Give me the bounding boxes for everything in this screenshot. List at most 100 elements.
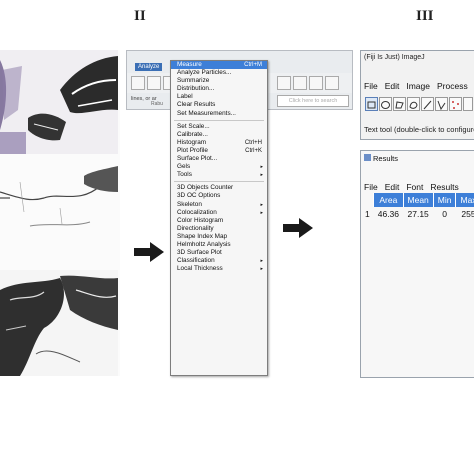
menu-item-3d-oc-options[interactable]: 3D OC Options	[171, 192, 267, 200]
menu-item-label: Summarize	[177, 77, 210, 85]
oval-tool-icon[interactable]	[379, 97, 392, 111]
micrograph-2	[0, 162, 118, 262]
menu-item-directionality[interactable]: Directionality	[171, 225, 267, 233]
column-header[interactable]: Max	[455, 193, 474, 207]
submenu-arrow-icon: ▸	[260, 201, 263, 208]
results-window: Results File Edit Font Results Area Mean Min M…	[360, 150, 474, 378]
brush-tool-icon[interactable]	[309, 76, 323, 90]
menu-item-label: Colocalization	[177, 208, 217, 216]
status-fragment-2: Rabu	[151, 101, 163, 107]
menu-item-gels[interactable]: Gels ▸	[171, 163, 267, 171]
menu-item-label: Set Measurements...	[177, 109, 236, 117]
menu-item-label: Classification	[177, 257, 215, 265]
menu-item-set-scale[interactable]: Set Scale...	[171, 123, 267, 131]
menu-item-label: Calibrate...	[177, 130, 208, 138]
menu-item-label: Plot Profile	[177, 146, 208, 154]
arrow-tool-icon[interactable]	[131, 76, 145, 90]
menu-item-shape-index-map[interactable]: Shape Index Map	[171, 233, 267, 241]
table-cell: 255	[461, 209, 474, 219]
table-cell: 27.15	[407, 209, 429, 219]
results-title: Results	[364, 154, 398, 163]
dropper-tool-icon[interactable]	[277, 76, 291, 90]
results-table: AreaMeanMinMax 1 46.36 27.15 0 255	[361, 193, 474, 221]
pencil-tool-icon[interactable]	[293, 76, 307, 90]
column-header[interactable]: Area	[373, 193, 404, 207]
imagej-toolbar	[363, 95, 474, 113]
search-input[interactable]: Click here to search	[277, 95, 349, 107]
menu-item-3d-surface-plot[interactable]: 3D Surface Plot	[171, 249, 267, 257]
menu-item-surface-plot[interactable]: Surface Plot...	[171, 155, 267, 163]
menu-item-measure[interactable]: Measure Ctrl+M	[171, 61, 267, 70]
menu-item-classification[interactable]: Classification ▸	[171, 257, 267, 265]
menu-analyze[interactable]: Analyze	[135, 63, 163, 71]
results-window-icon	[364, 154, 371, 161]
menu-item-label: Color Histogram	[177, 216, 224, 224]
menu-item-tools[interactable]: Tools ▸	[171, 171, 267, 179]
rectangle-tool-icon[interactable]	[365, 97, 378, 111]
polygon-tool-icon[interactable]	[393, 97, 406, 111]
menu-process[interactable]: Process	[437, 81, 468, 91]
menu-item-label: Gels	[177, 163, 191, 171]
freehand-tool-icon[interactable]	[407, 97, 420, 111]
menu-item-label: Set Scale...	[177, 122, 210, 130]
column-header[interactable]: Mean	[403, 193, 434, 207]
menu-item-label: Clear Results	[177, 101, 216, 109]
menu-item-clear-results[interactable]: Clear Results	[171, 101, 267, 109]
menu-file[interactable]: File	[364, 81, 378, 91]
menu-item-calibrate[interactable]: Calibrate...	[171, 131, 267, 139]
menu-item-label: 3D Surface Plot	[177, 249, 222, 257]
menu-item-label: Skeleton	[177, 200, 202, 208]
angle-tool-icon[interactable]	[435, 97, 448, 111]
menu-item-colocalization[interactable]: Colocalization ▸	[171, 209, 267, 217]
menu-item-label: Measure	[177, 61, 202, 68]
micrograph-3	[0, 270, 118, 376]
submenu-arrow-icon: ▸	[260, 258, 263, 265]
menu-item-label: Local Thickness	[177, 265, 223, 273]
menu-item-shortcut: Ctrl+M	[244, 62, 262, 68]
menu-item-distribution[interactable]: Distribution...	[171, 85, 267, 93]
panel-label-ii: II	[134, 8, 146, 24]
submenu-arrow-icon: ▸	[260, 266, 263, 273]
imagej-window-title: (Fiji Is Just) ImageJ	[364, 54, 425, 61]
panel-label-iii: III	[416, 8, 434, 24]
imagej-menubar: FileEditImageProcessAu	[364, 76, 474, 94]
menu-item-local-thickness[interactable]: Local Thickness ▸	[171, 265, 267, 273]
menu-item-label: Shape Index Map	[177, 232, 228, 240]
menu-item-analyze-particles[interactable]: Analyze Particles...	[171, 69, 267, 77]
menu-item-histogram[interactable]: Histogram Ctrl+H	[171, 139, 267, 147]
analyze-menu-dropdown: Measure Ctrl+M Analyze Particles... Summari…	[170, 60, 268, 376]
menu-item-label: 3D OC Options	[177, 192, 221, 200]
menu-item-label: Distribution...	[177, 85, 215, 93]
column-header[interactable]	[361, 193, 375, 207]
line-tool-icon[interactable]	[421, 97, 434, 111]
menu-item-summarize[interactable]: Summarize	[171, 77, 267, 85]
menu-edit[interactable]: Edit	[385, 81, 400, 91]
menu-font[interactable]: Font	[406, 182, 423, 192]
multipoint-tool-icon[interactable]	[449, 97, 462, 111]
menu-results[interactable]: Results	[430, 182, 458, 192]
more-tools-icon[interactable]	[325, 76, 339, 90]
angle-tool-icon[interactable]	[147, 76, 161, 90]
menu-edit[interactable]: Edit	[385, 182, 400, 192]
menu-item-label: Tools	[177, 171, 192, 179]
menu-item-label: Analyze Particles...	[177, 69, 232, 77]
menu-item-plot-profile[interactable]: Plot Profile Ctrl+K	[171, 147, 267, 155]
menu-item-3d-objects-counter[interactable]: 3D Objects Counter	[171, 184, 267, 192]
menu-item-helmholtz-analysis[interactable]: Helmholtz Analysis	[171, 241, 267, 249]
menu-item-shortcut: Ctrl+K	[245, 147, 262, 154]
submenu-arrow-icon: ▸	[260, 164, 263, 171]
menu-image[interactable]: Image	[406, 81, 430, 91]
menu-item-set-measurements[interactable]: Set Measurements...	[171, 110, 267, 118]
arrow-right-icon	[134, 242, 164, 262]
menu-file[interactable]: File	[364, 182, 378, 192]
wand-tool-icon[interactable]	[463, 97, 473, 111]
table-row[interactable]: 1 46.36 27.15 0 255	[361, 207, 474, 221]
column-header[interactable]: Min	[433, 193, 457, 207]
menu-item-skeleton[interactable]: Skeleton ▸	[171, 201, 267, 209]
menu-item-label[interactable]: Label	[171, 93, 267, 101]
menu-item-color-histogram[interactable]: Color Histogram	[171, 217, 267, 225]
menu-item-label: 3D Objects Counter	[177, 184, 234, 192]
arrow-right-icon	[283, 218, 313, 238]
menu-item-label: Surface Plot...	[177, 155, 218, 163]
micrograph-1	[0, 50, 118, 154]
